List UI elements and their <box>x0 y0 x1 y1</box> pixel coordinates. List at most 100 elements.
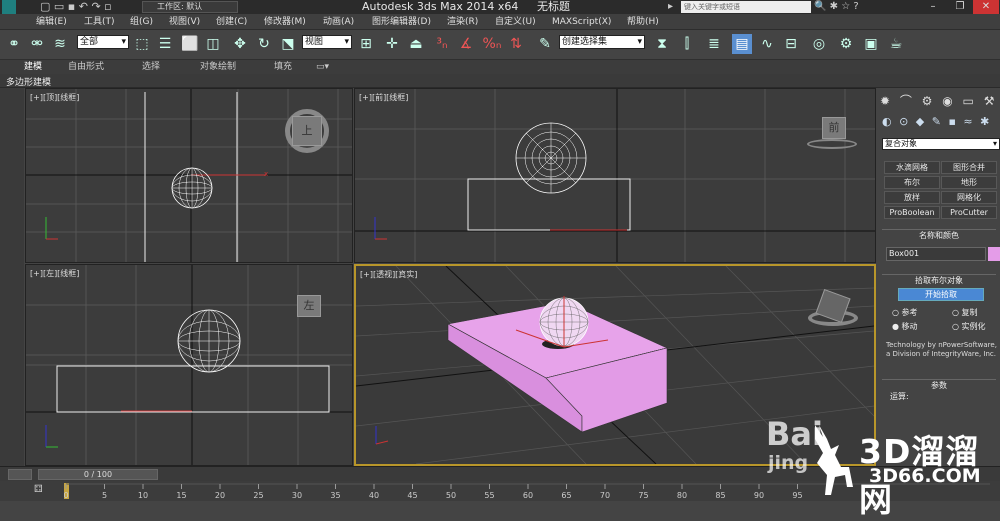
option-instance[interactable]: ○ 实例化 <box>952 321 986 332</box>
workspace-dropdown[interactable]: 工作区: 默认 <box>142 1 238 13</box>
rollout-pick-boolean[interactable]: 拾取布尔对象 <box>882 274 996 286</box>
viewport-left[interactable]: [+][左][线框] 左 <box>25 264 353 466</box>
search-input[interactable]: 键入关键字或短语 <box>681 1 811 13</box>
menu-create[interactable]: 创建(C) <box>216 14 247 30</box>
viewcube[interactable]: 左 <box>297 295 321 317</box>
close-icon[interactable]: ✕ <box>973 0 999 14</box>
menu-help[interactable]: 帮助(H) <box>627 14 659 30</box>
menu-edit[interactable]: 编辑(E) <box>36 14 67 30</box>
viewcube[interactable]: 上 <box>292 116 322 146</box>
layer-manager-icon[interactable]: ≣ <box>704 34 724 54</box>
polygon-modeling-label[interactable]: 多边形建模 <box>6 75 51 88</box>
rollout-name-color[interactable]: 名称和颜色 <box>882 229 996 241</box>
tick-label: 90 <box>754 491 764 500</box>
option-label: 实例化 <box>961 322 986 331</box>
btn-blobmesh[interactable]: 水滴网格 <box>884 161 940 174</box>
time-slider[interactable]: 0 / 100 <box>38 469 158 480</box>
credits-text: Technology by nPowerSoftware, a Division… <box>886 341 997 358</box>
search-tools-icons[interactable]: 🔍 ✱ ☆ ? <box>814 0 859 14</box>
select-by-name-icon[interactable]: ☰ <box>155 34 175 54</box>
menu-customize[interactable]: 自定义(U) <box>495 14 536 30</box>
pivot-center-icon[interactable]: ⊞ <box>356 34 376 54</box>
link-icon[interactable]: ⚭ <box>4 34 24 54</box>
search-arrow-icon[interactable]: ▸ <box>668 0 673 14</box>
start-pick-button[interactable]: 开始拾取 <box>898 288 984 301</box>
command-panel-tabs[interactable]: ✹ ⌒ ⚙ ◉ ▭ ⚒ <box>880 92 998 110</box>
tab-modeling[interactable]: 建模 <box>24 60 42 74</box>
btn-proboolean[interactable]: ProBoolean <box>884 206 940 219</box>
unlink-icon[interactable]: ⚮ <box>27 34 47 54</box>
keyboard-shortcut-icon[interactable]: ⏏ <box>406 34 426 54</box>
viewcube[interactable]: 前 <box>822 117 846 139</box>
selection-filter-dropdown[interactable]: 全部 <box>77 35 129 49</box>
menu-views[interactable]: 视图(V) <box>169 14 200 30</box>
minimize-icon[interactable]: – <box>920 0 946 14</box>
named-selection-dropdown[interactable]: 创建选择集 <box>559 35 645 49</box>
move-icon[interactable]: ✥ <box>230 34 250 54</box>
btn-mesher[interactable]: 网格化 <box>941 191 997 204</box>
bind-spacewarp-icon[interactable]: ≋ <box>50 34 70 54</box>
viewport-top[interactable]: [+][顶][线框] x 上 <box>25 88 353 263</box>
rotate-icon[interactable]: ↻ <box>254 34 274 54</box>
render-frame-icon[interactable]: ▣ <box>861 34 881 54</box>
edit-named-selection-icon[interactable]: ✎ <box>535 34 555 54</box>
object-name-input[interactable]: Box001 <box>886 247 986 261</box>
graphite-toggle-icon[interactable]: ▤ <box>732 34 752 54</box>
tab-selection[interactable]: 选择 <box>142 60 160 74</box>
tab-freeform[interactable]: 自由形式 <box>68 60 104 74</box>
app-logo-icon[interactable] <box>2 0 16 14</box>
menu-animation[interactable]: 动画(A) <box>323 14 354 30</box>
option-move[interactable]: ● 移动 <box>892 321 918 332</box>
rollout-parameters[interactable]: 参数 <box>882 379 996 391</box>
menu-group[interactable]: 组(G) <box>130 14 153 30</box>
snaps-toggle-icon[interactable]: ³ₙ <box>432 34 452 54</box>
btn-procutter[interactable]: ProCutter <box>941 206 997 219</box>
menu-maxscript[interactable]: MAXScript(X) <box>552 14 611 30</box>
tick-label: 5 <box>102 491 107 500</box>
menu-modifiers[interactable]: 修改器(M) <box>264 14 306 30</box>
select-object-icon[interactable]: ⬚ <box>132 34 152 54</box>
rect-selection-icon[interactable]: ⬜ <box>180 34 200 54</box>
btn-shapemerge[interactable]: 图形合并 <box>941 161 997 174</box>
document-title: 无标题 <box>537 0 570 13</box>
align-icon[interactable]: ⫿ <box>677 34 697 54</box>
quick-access-icons[interactable]: ▢ ▭ ▪ ↶ ↷ ▫ <box>40 0 112 14</box>
menu-rendering[interactable]: 渲染(R) <box>447 14 478 30</box>
menu-graph-editors[interactable]: 图形编辑器(D) <box>372 14 431 30</box>
tick-label: 35 <box>330 491 340 500</box>
viewport-front[interactable]: [+][前][线框] 前 <box>354 88 876 263</box>
select-manipulate-icon[interactable]: ✛ <box>382 34 402 54</box>
tab-object-paint[interactable]: 对象绘制 <box>200 60 236 74</box>
tick-label: 65 <box>561 491 571 500</box>
schematic-view-icon[interactable]: ⊟ <box>781 34 801 54</box>
object-color-swatch[interactable] <box>988 247 1000 261</box>
reference-coordinate-dropdown[interactable]: 视图 <box>302 35 352 49</box>
percent-snap-icon[interactable]: %ₙ <box>482 34 502 54</box>
menu-tools[interactable]: 工具(T) <box>84 14 115 30</box>
tick-label: 75 <box>638 491 648 500</box>
render-setup-icon[interactable]: ⚙ <box>836 34 856 54</box>
angle-snap-icon[interactable]: ∡ <box>456 34 476 54</box>
btn-loft[interactable]: 放样 <box>884 191 940 204</box>
title-bar: ▢ ▭ ▪ ↶ ↷ ▫ 工作区: 默认 Autodesk 3ds Max 201… <box>0 0 1000 14</box>
option-reference[interactable]: ○ 参考 <box>892 307 918 318</box>
tick-label: 50 <box>446 491 456 500</box>
operation-label: 运算: <box>890 392 909 401</box>
create-category-icons[interactable]: ◐ ⊙ ◆ ✎ ▪ ≈ ✱ <box>882 115 996 131</box>
btn-boolean[interactable]: 布尔 <box>884 176 940 189</box>
btn-terrain[interactable]: 地形 <box>941 176 997 189</box>
mini-curve-editor-icon[interactable] <box>8 469 32 480</box>
option-copy[interactable]: ○ 复制 <box>952 307 978 318</box>
spinner-snap-icon[interactable]: ⇅ <box>506 34 526 54</box>
material-editor-icon[interactable]: ◎ <box>809 34 829 54</box>
render-production-icon[interactable]: ☕ <box>886 34 906 54</box>
ribbon-options-icon[interactable]: ▭▾ <box>316 60 329 74</box>
mirror-icon[interactable]: ⧗ <box>652 34 672 54</box>
tab-populate[interactable]: 填充 <box>274 60 292 74</box>
restore-icon[interactable]: ❐ <box>947 0 973 14</box>
tick-label: 80 <box>677 491 687 500</box>
scale-icon[interactable]: ⬔ <box>278 34 298 54</box>
window-crossing-icon[interactable]: ◫ <box>203 34 223 54</box>
curve-editor-icon[interactable]: ∿ <box>757 34 777 54</box>
category-dropdown[interactable]: 复合对象 <box>882 138 1000 150</box>
